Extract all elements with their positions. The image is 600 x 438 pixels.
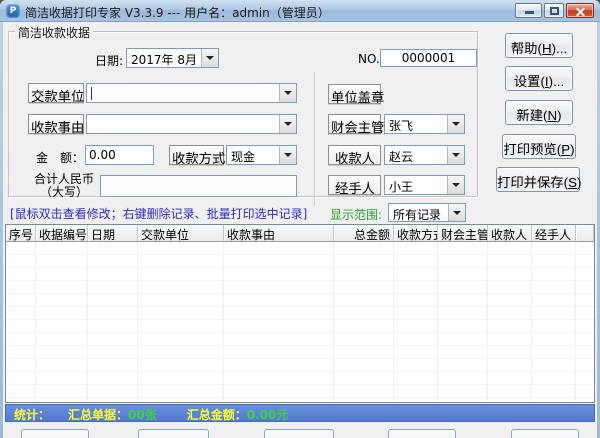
groupbox-title: 简洁收款收据 [15,24,94,41]
records-table: 序号 收据编号 日期 交款单位 收款事由 总金额 收款方式 财会主管 收款人 经… [5,224,595,403]
app-icon: P [6,4,20,18]
method-button[interactable]: 收款方式 [169,145,225,166]
count-label: 汇总单据： [68,408,129,422]
total-caps-label-line2: （大写） [39,185,88,199]
chevron-down-icon[interactable] [447,146,464,164]
date-dropdown[interactable]: 2017年 8月 4日 [126,48,219,68]
payer-combobox[interactable] [86,83,297,103]
receipt-number-field[interactable]: 0000001 [380,49,477,67]
payee-button[interactable]: 收款人 [328,145,381,166]
method-combobox[interactable]: 现金 [226,145,297,165]
table-header-row: 序号 收据编号 日期 交款单位 收款事由 总金额 收款方式 财会主管 收款人 经… [6,225,594,242]
usage-hint: [鼠标双击查看修改；右键删除记录、批量打印选中记录] [10,207,308,221]
date-label: 日期: [94,54,123,68]
status-bar: 统计： 汇总单据：00张 汇总金额：0.00元 [5,404,595,422]
chevron-down-icon[interactable] [279,84,296,102]
col-header-payee[interactable]: 收款人 [488,225,532,241]
col-header-accountant[interactable]: 财会主管 [438,225,488,241]
close-button[interactable] [566,3,594,18]
col-header-date[interactable]: 日期 [88,225,138,241]
payer-value [87,84,279,102]
total-caps-label: 合计人民币 （大写） [33,173,95,199]
settings-button[interactable]: 设置(I)... [505,66,573,91]
amount-input[interactable] [85,145,154,165]
handler-value: 小王 [389,180,414,194]
app-window: P 简洁收据打印专家 V3.3.9 --- 用户名：admin（管理员） 简洁收… [0,0,600,438]
filter-label: 显示范围: [330,208,383,222]
bottom-cutoff-button-3[interactable] [264,429,334,438]
no-label: NO. [358,52,380,66]
table-body-gridlines [6,242,594,402]
window-controls [515,3,594,18]
table-body[interactable] [6,242,594,402]
maximize-button[interactable] [544,3,564,18]
bottom-cutoff-button-2[interactable] [138,429,209,438]
chevron-down-icon[interactable] [448,204,465,221]
count-value: 00张 [128,408,157,422]
col-header-handler[interactable]: 经手人 [532,225,576,241]
amount-label: 金 额： [36,151,85,165]
close-icon [575,6,586,17]
minimize-icon [524,11,534,14]
sum-label: 汇总金额： [186,408,247,422]
client-area: 简洁收款收据 日期: 2017年 8月 4日 NO. 0000001 交款单位 … [3,22,597,438]
chevron-down-icon[interactable] [447,115,464,133]
maximize-icon [550,6,559,15]
accountant-value: 张飞 [389,119,414,133]
payer-button[interactable]: 交款单位 [28,83,84,104]
filter-value: 所有记录 [393,208,442,221]
col-header-payer[interactable]: 交款单位 [138,225,224,241]
col-header-filler [576,225,594,241]
receipt-groupbox: 简洁收款收据 日期: 2017年 8月 4日 NO. 0000001 交款单位 … [8,24,478,206]
title-bar[interactable]: P 简洁收据打印专家 V3.3.9 --- 用户名：admin（管理员） [0,0,600,22]
seal-button[interactable]: 单位盖章 [328,84,384,105]
filter-combobox[interactable]: 所有记录 [388,203,466,222]
new-button[interactable]: 新建(N) [505,100,573,125]
chevron-down-icon[interactable] [279,146,296,164]
chevron-down-icon[interactable] [279,115,296,133]
total-caps-field [100,175,297,197]
bottom-cutoff-button-4[interactable] [388,429,456,438]
col-header-total[interactable]: 总金额 [334,225,394,241]
sum-value: 0.00元 [246,408,289,422]
help-button[interactable]: 帮助(H)... [505,33,573,58]
col-header-index[interactable]: 序号 [6,225,36,241]
vertical-divider [314,72,315,206]
chevron-down-icon[interactable] [447,176,464,194]
stats-label: 统计： [14,408,51,422]
col-header-reason[interactable]: 收款事由 [224,225,334,241]
date-value: 2017年 8月 4日 [131,53,201,67]
payee-combobox[interactable]: 赵云 [384,145,465,165]
bottom-cutoff-button-5[interactable] [511,429,579,438]
reason-combobox[interactable] [86,114,297,134]
handler-button[interactable]: 经手人 [328,175,381,196]
text-cursor [91,87,92,100]
reason-value [87,115,279,133]
minimize-button[interactable] [515,3,542,18]
handler-combobox[interactable]: 小王 [384,175,465,195]
method-value: 现金 [231,150,256,164]
col-header-method[interactable]: 收款方式 [394,225,438,241]
chevron-down-icon[interactable] [201,49,218,67]
window-title: 简洁收据打印专家 V3.3.9 --- 用户名：admin（管理员） [25,6,330,20]
print-preview-button[interactable]: 打印预览(P) [502,134,576,159]
accountant-combobox[interactable]: 张飞 [384,114,465,134]
payee-value: 赵云 [389,150,414,164]
reason-button[interactable]: 收款事由 [28,114,84,135]
bottom-cutoff-button-1[interactable] [21,429,89,438]
col-header-receipt[interactable]: 收据编号 [36,225,88,241]
accountant-button[interactable]: 财会主管 [328,114,384,135]
print-save-button[interactable]: 打印并保存(S) [496,167,581,192]
